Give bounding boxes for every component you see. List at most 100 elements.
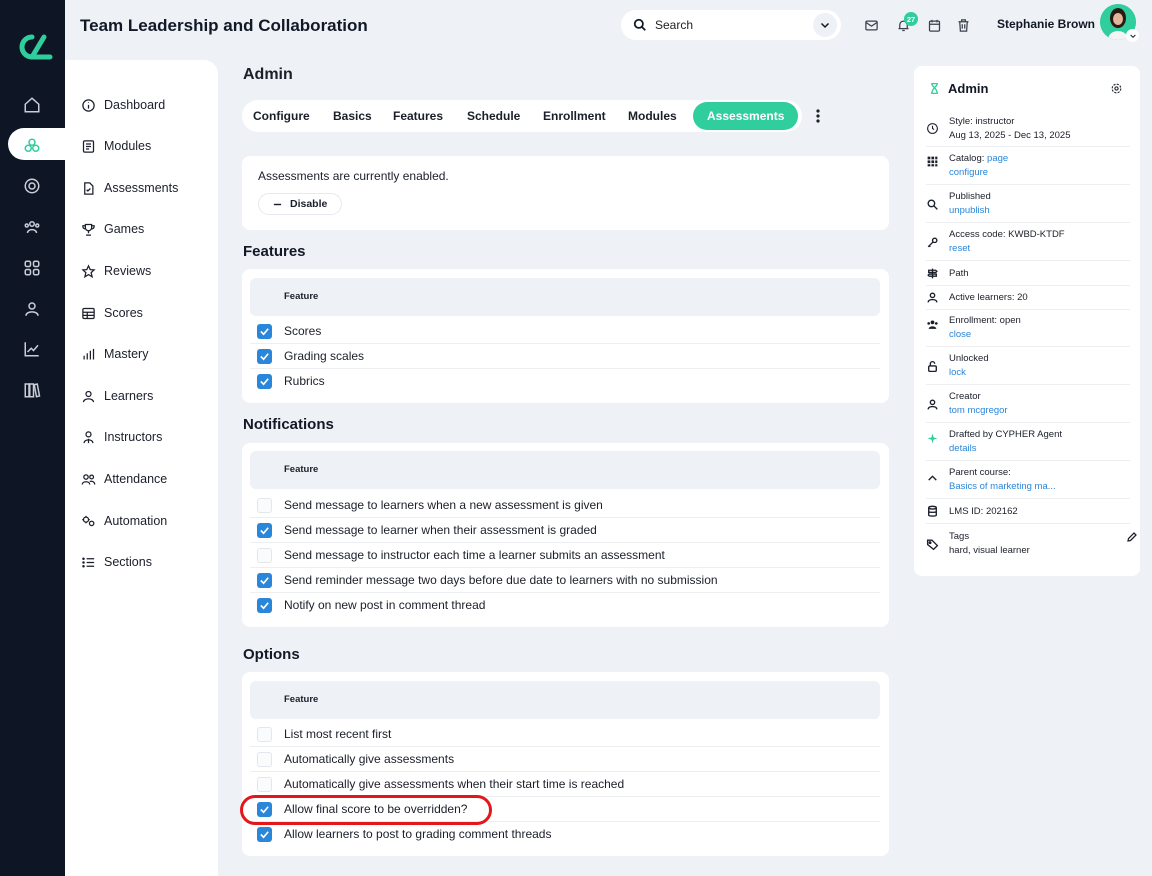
configure-link[interactable]: configure bbox=[949, 167, 988, 178]
tab-modules[interactable]: Modules bbox=[628, 100, 677, 132]
column-feature: Feature bbox=[284, 291, 319, 302]
nav-item-dashboard[interactable]: Dashboard bbox=[81, 94, 165, 116]
tab-basics[interactable]: Basics bbox=[333, 100, 372, 132]
checkbox-allow-learner-posts[interactable] bbox=[257, 827, 272, 842]
nav-item-sections[interactable]: Sections bbox=[81, 551, 152, 573]
tab-assessments[interactable]: Assessments bbox=[693, 102, 799, 130]
panel-row-style: Style: instructor Aug 13, 2025 - Dec 13,… bbox=[926, 112, 1130, 147]
lock-link[interactable]: lock bbox=[949, 367, 966, 378]
pencil-icon[interactable] bbox=[1126, 531, 1138, 543]
groups-icon[interactable] bbox=[20, 215, 44, 239]
checkbox-grading-scales[interactable] bbox=[257, 349, 272, 364]
enrollment-text: Enrollment: open bbox=[949, 315, 1021, 326]
tab-features[interactable]: Features bbox=[393, 100, 443, 132]
checkbox-notify-comment[interactable] bbox=[257, 598, 272, 613]
table-row[interactable]: Send message to learner when their asses… bbox=[250, 518, 880, 543]
disable-button[interactable]: Disable bbox=[258, 193, 343, 215]
row-label: Scores bbox=[284, 324, 322, 338]
admin-tabs: Configure Basics Features Schedule Enrol… bbox=[242, 100, 802, 132]
tab-schedule[interactable]: Schedule bbox=[467, 100, 520, 132]
sparkle-icon bbox=[927, 433, 938, 444]
table-row[interactable]: Automatically give assessments bbox=[250, 747, 880, 772]
nav-item-games[interactable]: Games bbox=[81, 218, 144, 240]
courses-icon[interactable] bbox=[20, 134, 44, 158]
table-icon bbox=[82, 307, 95, 319]
style-text: Style: instructor bbox=[949, 116, 1015, 127]
search-box[interactable]: Search bbox=[621, 10, 841, 40]
panel-row-enrollment: Enrollment: open close bbox=[926, 312, 1130, 347]
library-icon[interactable] bbox=[20, 378, 44, 402]
highlight-annotation bbox=[240, 795, 492, 825]
app-logo-icon[interactable] bbox=[12, 32, 54, 62]
table-row[interactable]: Scores bbox=[250, 319, 880, 344]
checkbox-rubrics[interactable] bbox=[257, 374, 272, 389]
nav-item-learners[interactable]: Learners bbox=[81, 385, 153, 407]
checkbox-auto-give[interactable] bbox=[257, 752, 272, 767]
nav-item-modules[interactable]: Modules bbox=[81, 135, 151, 157]
search-icon bbox=[633, 18, 646, 31]
chevron-up-icon bbox=[928, 475, 937, 481]
creator-link[interactable]: tom mcgregor bbox=[949, 405, 1008, 416]
nav-item-scores[interactable]: Scores bbox=[81, 302, 143, 324]
user-icon bbox=[82, 390, 95, 402]
trash-icon[interactable] bbox=[954, 16, 972, 34]
signpost-icon bbox=[927, 268, 938, 279]
checkbox-notify-submission[interactable] bbox=[257, 548, 272, 563]
tag-icon bbox=[926, 539, 939, 551]
document-icon bbox=[82, 139, 95, 153]
table-row[interactable]: Send message to learners when a new asse… bbox=[250, 493, 880, 518]
table-row[interactable]: List most recent first bbox=[250, 722, 880, 747]
table-row[interactable]: Allow learners to post to grading commen… bbox=[250, 822, 880, 847]
table-row[interactable]: Send message to instructor each time a l… bbox=[250, 543, 880, 568]
instructor-icon bbox=[83, 430, 94, 443]
checkbox-auto-give-start[interactable] bbox=[257, 777, 272, 792]
parent-course-link[interactable]: Basics of marketing ma... bbox=[949, 481, 1056, 492]
home-icon[interactable] bbox=[20, 93, 44, 117]
unpublish-link[interactable]: unpublish bbox=[949, 205, 990, 216]
panel-row-access: Access code: KWBD-KTDF reset bbox=[926, 226, 1130, 261]
checkbox-recent-first[interactable] bbox=[257, 727, 272, 742]
chevron-down-icon[interactable] bbox=[1126, 29, 1139, 42]
close-enrollment-link[interactable]: close bbox=[949, 329, 971, 340]
row-label: Automatically give assessments bbox=[284, 752, 455, 766]
person-icon[interactable] bbox=[20, 297, 44, 321]
mail-icon[interactable] bbox=[862, 16, 880, 34]
target-icon[interactable] bbox=[20, 174, 44, 198]
nav-item-assessments[interactable]: Assessments bbox=[81, 177, 178, 199]
analytics-icon[interactable] bbox=[20, 337, 44, 361]
chevron-down-icon[interactable] bbox=[813, 13, 837, 37]
nav-item-automation[interactable]: Automation bbox=[81, 510, 167, 532]
grid-icon[interactable] bbox=[20, 256, 44, 280]
nav-item-reviews[interactable]: Reviews bbox=[81, 260, 151, 282]
details-link[interactable]: details bbox=[949, 443, 976, 454]
table-row[interactable]: Grading scales bbox=[250, 344, 880, 369]
checkbox-scores[interactable] bbox=[257, 324, 272, 339]
search-input[interactable]: Search bbox=[655, 18, 693, 32]
options-table: Feature List most recent first Automatic… bbox=[242, 672, 889, 856]
nav-item-instructors[interactable]: Instructors bbox=[81, 426, 162, 448]
user-name[interactable]: Stephanie Brown bbox=[997, 17, 1095, 31]
gear-icon[interactable] bbox=[1110, 82, 1123, 95]
catalog-grid-icon bbox=[927, 156, 938, 167]
date-range-text: Aug 13, 2025 - Dec 13, 2025 bbox=[949, 130, 1071, 141]
checkbox-notify-reminder[interactable] bbox=[257, 573, 272, 588]
calendar-icon[interactable] bbox=[925, 16, 943, 34]
reset-link[interactable]: reset bbox=[949, 243, 970, 254]
table-row[interactable]: Rubrics bbox=[250, 369, 880, 394]
clock-icon bbox=[927, 123, 938, 134]
table-row[interactable]: Notify on new post in comment thread bbox=[250, 593, 880, 618]
nav-item-attendance[interactable]: Attendance bbox=[81, 468, 167, 490]
more-vertical-icon[interactable] bbox=[812, 108, 824, 124]
table-row[interactable]: Send reminder message two days before du… bbox=[250, 568, 880, 593]
checkbox-notify-new-assessment[interactable] bbox=[257, 498, 272, 513]
checkbox-notify-graded[interactable] bbox=[257, 523, 272, 538]
active-learners-text: Active learners: 20 bbox=[949, 292, 1028, 303]
parent-course-text: Parent course: bbox=[949, 467, 1011, 478]
tab-enrollment[interactable]: Enrollment bbox=[543, 100, 606, 132]
table-row[interactable]: Automatically give assessments when thei… bbox=[250, 772, 880, 797]
catalog-page-link[interactable]: page bbox=[987, 153, 1008, 164]
tab-configure[interactable]: Configure bbox=[253, 100, 310, 132]
notifications-heading: Notifications bbox=[243, 416, 334, 433]
nav-item-mastery[interactable]: Mastery bbox=[81, 343, 148, 365]
trophy-icon bbox=[82, 223, 95, 236]
